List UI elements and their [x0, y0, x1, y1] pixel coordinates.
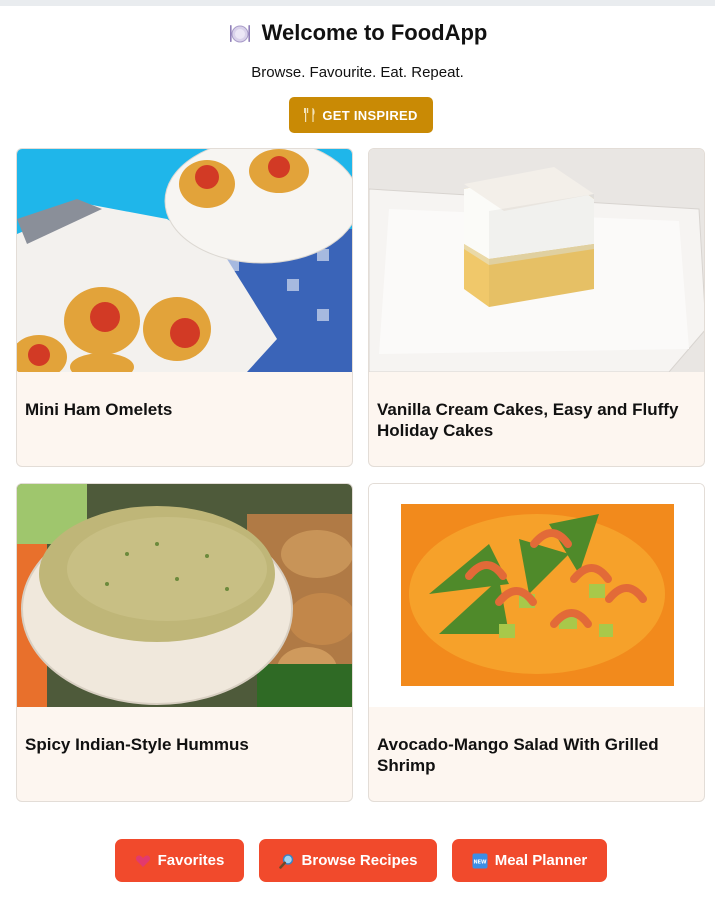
recipe-image	[369, 484, 704, 707]
meal-planner-button[interactable]: NEW Meal Planner	[452, 839, 607, 882]
recipe-card[interactable]: Mini Ham Omelets	[16, 148, 353, 467]
recipe-image	[369, 149, 704, 372]
favorites-button[interactable]: Favorites	[115, 839, 244, 882]
page-title-text: Welcome to FoodApp	[261, 20, 488, 45]
plate-fork-knife-icon	[229, 25, 250, 43]
recipe-image	[17, 484, 352, 707]
recipe-title: Spicy Indian-Style Hummus	[25, 735, 249, 754]
svg-text:NEW: NEW	[473, 859, 487, 865]
recipe-card[interactable]: Vanilla Cream Cakes, Easy and Fluffy Hol…	[368, 148, 705, 467]
recipe-title: Avocado-Mango Salad With Grilled Shrimp	[377, 735, 659, 775]
page-title: Welcome to FoodApp	[228, 18, 488, 48]
browser-top-bar	[0, 0, 715, 6]
recipe-image	[17, 149, 352, 372]
browse-recipes-button[interactable]: Browse Recipes	[259, 839, 437, 882]
new-badge-icon: NEW	[472, 853, 488, 868]
fork-knife-icon	[304, 108, 315, 122]
meal-planner-label: Meal Planner	[494, 852, 588, 869]
heart-icon	[135, 854, 150, 867]
get-inspired-button[interactable]: GET INSPIRED	[289, 97, 433, 133]
recipe-card[interactable]: Spicy Indian-Style Hummus	[16, 483, 353, 802]
recipe-card[interactable]: Avocado-Mango Salad With Grilled Shrimp	[368, 483, 705, 802]
page-header: Welcome to FoodApp	[0, 18, 715, 50]
browse-recipes-label: Browse Recipes	[301, 852, 418, 869]
get-inspired-label: GET INSPIRED	[322, 107, 418, 123]
favorites-label: Favorites	[157, 852, 225, 869]
magnifier-icon	[278, 853, 293, 869]
recipe-title: Vanilla Cream Cakes, Easy and Fluffy Hol…	[377, 400, 679, 440]
recipe-title: Mini Ham Omelets	[25, 400, 173, 419]
page-subtitle: Browse. Favourite. Eat. Repeat.	[251, 64, 464, 81]
